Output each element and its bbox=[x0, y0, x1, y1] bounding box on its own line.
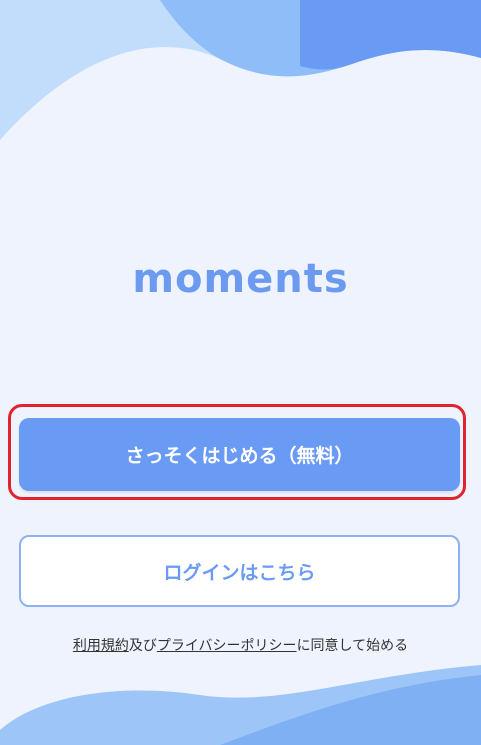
terms-link[interactable]: 利用規約 bbox=[73, 638, 129, 654]
login-button[interactable]: ログインはこちら bbox=[19, 535, 460, 607]
agreement-suffix: に同意して始める bbox=[296, 638, 409, 654]
agreement-conjunction: 及び bbox=[128, 638, 157, 654]
start-free-label: さっそくはじめる（無料） bbox=[125, 445, 354, 467]
app-logo: moments bbox=[132, 256, 349, 302]
start-free-button[interactable]: さっそくはじめる（無料） bbox=[19, 418, 460, 491]
login-label: ログインはこちら bbox=[163, 561, 316, 584]
privacy-policy-link[interactable]: プライバシーポリシー bbox=[157, 638, 297, 654]
agreement-text: 利用規約及びプライバシーポリシーに同意して始める bbox=[0, 636, 481, 656]
top-wave-decoration bbox=[0, 0, 481, 140]
